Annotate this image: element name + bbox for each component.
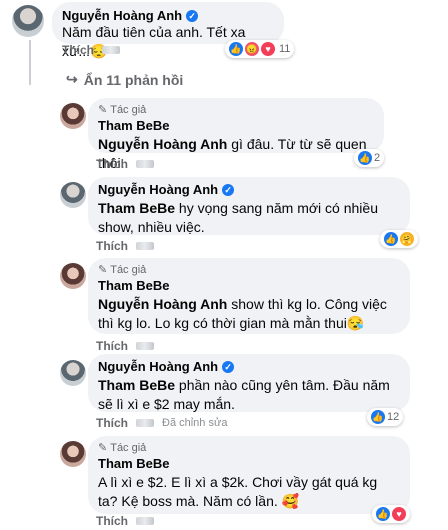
like-reaction-icon: 👍 [358,151,372,165]
avatar[interactable] [60,441,86,467]
pencil-icon: ✎ [98,442,108,454]
like-reaction-icon: 👍 [376,507,390,521]
angry-reaction-icon: 😠 [245,42,259,56]
reaction-summary[interactable]: 👍 12 [367,408,404,426]
thread-line [29,40,31,85]
reply-actions: Thích [96,239,154,253]
avatar[interactable] [60,103,86,129]
avatar[interactable] [60,182,86,208]
reply-actions: Thích [96,157,154,171]
author-tag: Tác giả [110,263,147,276]
reply-author[interactable]: Tham BeBe [98,118,374,133]
reaction-count: 2 [374,152,381,164]
emoji: 😪 [346,315,365,331]
reaction-summary[interactable]: 👍 😠 ♥ 11 [225,40,295,58]
like-button[interactable]: Thích [96,416,128,430]
author-tag: Tác giả [110,441,147,454]
hide-replies-label: Ẩn 11 phản hồi [83,71,184,88]
like-reaction-icon: 👍 [384,232,398,246]
avatar[interactable] [12,5,44,37]
heart-reaction-icon: ♥ [392,507,406,521]
like-reaction-icon: 👍 [371,410,385,424]
verified-icon: ✓ [222,360,235,373]
reply-bubble: Nguyễn Hoàng Anh ✓ Tham BeBe hy vọng san… [88,177,410,235]
reply-text: A lì xì e $2. E lì xì a $2k. Chơi vầy gá… [98,474,378,509]
reaction-summary[interactable]: 👍 ♥ [372,505,410,523]
verified-icon: ✓ [222,183,235,196]
comment-actions: Thích [62,43,120,57]
like-button[interactable]: Thích [62,43,94,57]
mention[interactable]: Tham BeBe [98,200,175,216]
reply-bubble: Nguyễn Hoàng Anh ✓ Tham BeBe phần nào cũ… [88,354,410,412]
reaction-summary[interactable]: 👍 🤗 [380,230,418,248]
emoji: 🥰 [281,493,300,509]
avatar[interactable] [60,263,86,289]
reaction-summary[interactable]: 👍 2 [354,149,385,167]
blurred-action [136,517,154,525]
like-button[interactable]: Thích [96,339,128,353]
author-tag: Tác giả [110,103,147,116]
edited-label: Đã chỉnh sửa [162,417,228,429]
blurred-action [136,342,154,350]
comment-author[interactable]: Nguyễn Hoàng Anh [62,8,182,23]
blurred-action [136,160,154,168]
mention[interactable]: Nguyễn Hoàng Anh [98,136,227,152]
reply-actions: Thích [96,339,154,353]
reply-author[interactable]: Tham BeBe [98,278,400,293]
blurred-action [136,419,154,427]
blurred-action [102,46,120,54]
heart-reaction-icon: ♥ [261,42,275,56]
reply-bubble: ✎ Tác giả Tham BeBe Nguyễn Hoàng Anh show… [88,258,410,334]
reply-actions: Thích Đã chỉnh sửa [96,416,227,430]
avatar[interactable] [60,360,86,386]
like-button[interactable]: Thích [96,239,128,253]
like-button[interactable]: Thích [96,514,128,528]
like-button[interactable]: Thích [96,157,128,171]
reply-author[interactable]: Tham BeBe [98,456,400,471]
reaction-count: 11 [279,43,291,55]
pencil-icon: ✎ [98,264,108,276]
care-reaction-icon: 🤗 [400,232,414,246]
reply-actions: Thích [96,514,154,528]
blurred-action [136,242,154,250]
reply-bubble: ✎ Tác giả Tham BeBe Nguyễn Hoàng Anh gì đ… [88,98,384,171]
pencil-icon: ✎ [98,104,108,116]
mention[interactable]: Nguyễn Hoàng Anh [98,296,227,312]
like-reaction-icon: 👍 [229,42,243,56]
hide-replies-button[interactable]: ↪ Ẩn 11 phản hồi [66,71,183,88]
verified-icon: ✓ [186,9,199,22]
reply-bubble: ✎ Tác giả Tham BeBe A lì xì e $2. E lì xì… [88,436,410,514]
reply-author[interactable]: Nguyễn Hoàng Anh [98,182,218,197]
comment-bubble: Nguyễn Hoàng Anh ✓ Năm đầu tiên của anh.… [52,2,284,59]
reaction-count: 12 [387,411,400,423]
reply-arrow-icon: ↪ [66,71,78,87]
reply-author[interactable]: Nguyễn Hoàng Anh [98,359,218,374]
mention[interactable]: Tham BeBe [98,377,175,393]
